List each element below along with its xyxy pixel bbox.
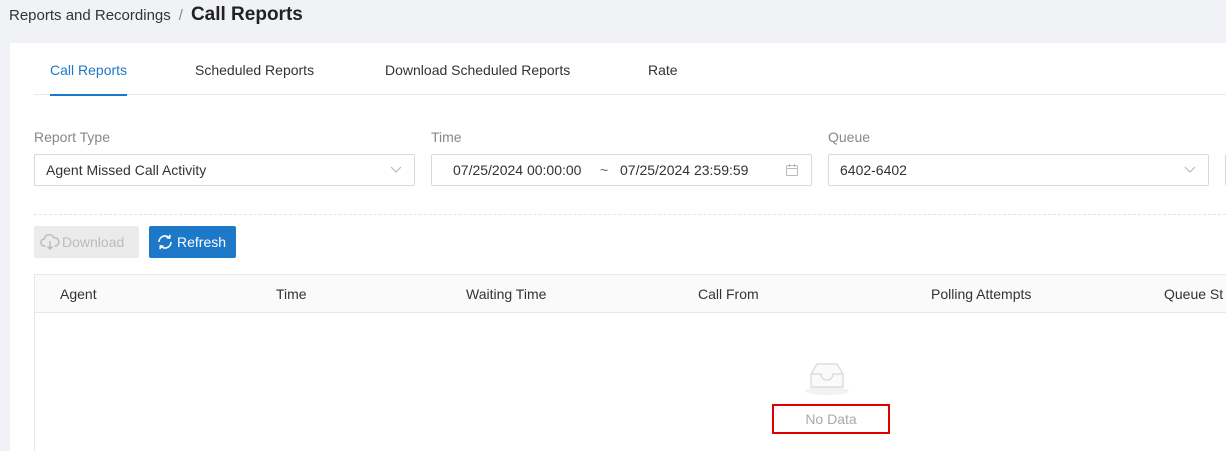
chevron-down-icon (390, 166, 402, 173)
column-header-agent[interactable]: Agent (60, 286, 97, 302)
breadcrumb-parent-link[interactable]: Reports and Recordings (9, 7, 171, 24)
column-header-polling-attempts[interactable]: Polling Attempts (931, 286, 1031, 302)
report-type-value: Agent Missed Call Activity (46, 162, 207, 178)
report-type-select[interactable]: Agent Missed Call Activity (34, 154, 415, 186)
column-header-waiting-time[interactable]: Waiting Time (466, 286, 546, 302)
chevron-down-icon (1184, 166, 1196, 173)
tab-rate[interactable]: Rate (648, 43, 678, 95)
page-title: Call Reports (190, 4, 303, 25)
column-header-time[interactable]: Time (276, 286, 307, 302)
time-range-separator: ~ (600, 162, 609, 178)
empty-state-text: No Data (772, 404, 890, 434)
breadcrumb: Reports and Recordings / Call Reports (9, 4, 303, 26)
tab-scheduled-reports[interactable]: Scheduled Reports (195, 43, 314, 95)
queue-select[interactable]: 6402-6402 (828, 154, 1209, 186)
tab-call-reports[interactable]: Call Reports (50, 43, 128, 96)
section-divider (34, 214, 1226, 215)
empty-inbox-icon (805, 363, 849, 395)
queue-value: 6402-6402 (840, 162, 907, 178)
download-button-label: Download (62, 234, 125, 250)
time-label: Time (431, 129, 462, 145)
calendar-icon (786, 164, 798, 176)
time-end-value[interactable]: 07/25/2024 23:59:59 (620, 162, 748, 178)
tab-bar: Call Reports Scheduled Reports Download … (34, 43, 1226, 96)
time-range-picker[interactable]: 07/25/2024 00:00:00 ~ 07/25/2024 23:59:5… (431, 154, 812, 186)
queue-label: Queue (828, 129, 871, 145)
report-table: Agent Time Waiting Time Call From Pollin… (34, 274, 1226, 451)
refresh-button-label: Refresh (177, 234, 227, 250)
table-header: Agent Time Waiting Time Call From Pollin… (35, 275, 1226, 313)
download-button[interactable]: Download (34, 226, 139, 258)
report-type-label: Report Type (34, 129, 111, 145)
time-start-value[interactable]: 07/25/2024 00:00:00 (453, 162, 581, 178)
column-header-call-from[interactable]: Call From (698, 286, 759, 302)
tab-download-scheduled-reports[interactable]: Download Scheduled Reports (385, 43, 570, 95)
refresh-button[interactable]: Refresh (149, 226, 236, 258)
column-header-queue-status[interactable]: Queue St (1164, 286, 1223, 302)
breadcrumb-separator: / (178, 6, 183, 24)
refresh-icon (158, 234, 172, 250)
cloud-download-icon (40, 233, 60, 251)
main-panel: Call Reports Scheduled Reports Download … (10, 43, 1226, 451)
